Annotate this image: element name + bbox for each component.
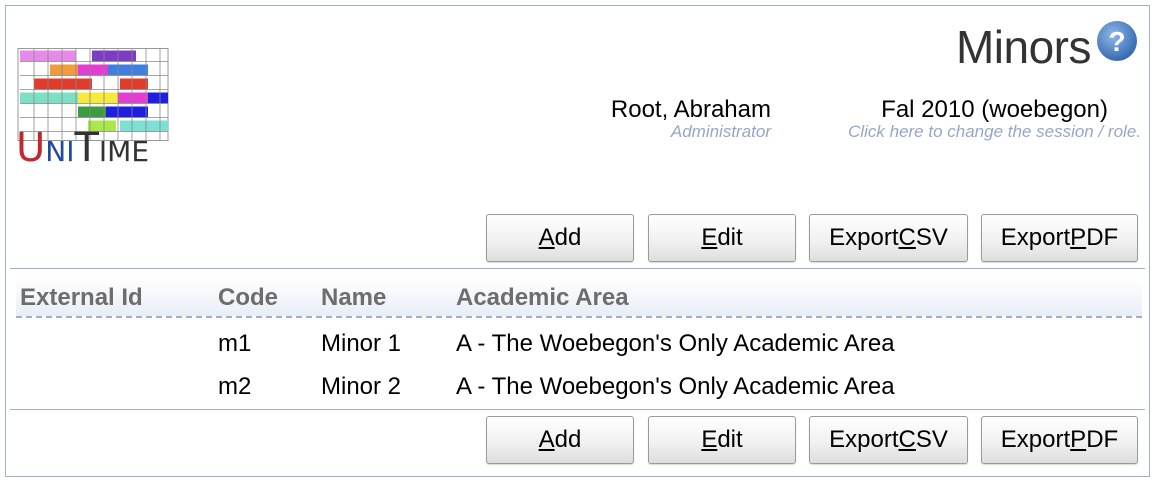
export-csv-label-pre: Export bbox=[829, 426, 899, 453]
cell-academic-area: A - The Woebegon's Only Academic Area bbox=[456, 373, 895, 400]
cell-code: m1 bbox=[218, 330, 252, 357]
user-role: Administrator bbox=[670, 122, 771, 141]
user-name[interactable]: Root, Abraham bbox=[611, 96, 771, 124]
export-pdf-label-pre: Export bbox=[1000, 426, 1071, 453]
column-header-external-id[interactable]: External Id bbox=[20, 284, 143, 312]
add-label-key: A bbox=[538, 224, 555, 251]
bottom-separator bbox=[10, 409, 1145, 410]
export-csv-button[interactable]: Export C SV bbox=[809, 214, 968, 262]
session-name[interactable]: Fal 2010 (woebegon) bbox=[881, 96, 1108, 124]
column-header-code[interactable]: Code bbox=[218, 284, 278, 312]
cell-name: Minor 1 bbox=[321, 330, 402, 357]
add-button-bottom[interactable]: Add bbox=[486, 416, 634, 464]
add-label-key: A bbox=[538, 426, 555, 453]
export-csv-button-bottom[interactable]: Export C SV bbox=[809, 416, 968, 464]
add-label-post: dd bbox=[554, 224, 582, 251]
add-label-post: dd bbox=[554, 426, 582, 453]
export-csv-label-post: SV bbox=[915, 426, 948, 453]
add-button[interactable]: Add bbox=[486, 214, 634, 262]
export-pdf-button[interactable]: Export P DF bbox=[981, 214, 1138, 262]
export-csv-label-pre: Export bbox=[829, 224, 899, 251]
top-separator bbox=[10, 268, 1145, 269]
page-title: Minors bbox=[955, 21, 1092, 73]
edit-button-bottom[interactable]: Edit bbox=[648, 416, 796, 464]
export-pdf-label-pre: Export bbox=[1000, 224, 1071, 251]
export-pdf-label-post: DF bbox=[1086, 426, 1119, 453]
export-pdf-button-bottom[interactable]: Export P DF bbox=[981, 416, 1138, 464]
edit-label-key: E bbox=[701, 426, 718, 453]
cell-code: m2 bbox=[218, 373, 252, 400]
export-pdf-label-post: DF bbox=[1086, 224, 1119, 251]
export-csv-label-post: SV bbox=[915, 224, 948, 251]
export-csv-label-key: C bbox=[898, 426, 916, 453]
export-csv-label-key: C bbox=[898, 224, 916, 251]
edit-label-post: dit bbox=[717, 224, 743, 251]
question-circle-icon[interactable]: ? bbox=[1096, 20, 1138, 62]
export-pdf-label-key: P bbox=[1070, 224, 1087, 251]
session-change-hint[interactable]: Click here to change the session / role. bbox=[848, 122, 1141, 142]
edit-label-post: dit bbox=[717, 426, 743, 453]
svg-text:?: ? bbox=[1108, 26, 1125, 57]
table-header: External Id Code Name Academic Area bbox=[16, 278, 1142, 318]
unitime-wordmark: UNITIME bbox=[16, 125, 150, 171]
column-header-academic-area[interactable]: Academic Area bbox=[456, 284, 629, 312]
edit-label-key: E bbox=[701, 224, 718, 251]
cell-name: Minor 2 bbox=[321, 373, 402, 400]
edit-button[interactable]: Edit bbox=[648, 214, 796, 262]
column-header-name[interactable]: Name bbox=[321, 284, 386, 312]
cell-academic-area: A - The Woebegon's Only Academic Area bbox=[456, 330, 895, 357]
export-pdf-label-key: P bbox=[1070, 426, 1087, 453]
